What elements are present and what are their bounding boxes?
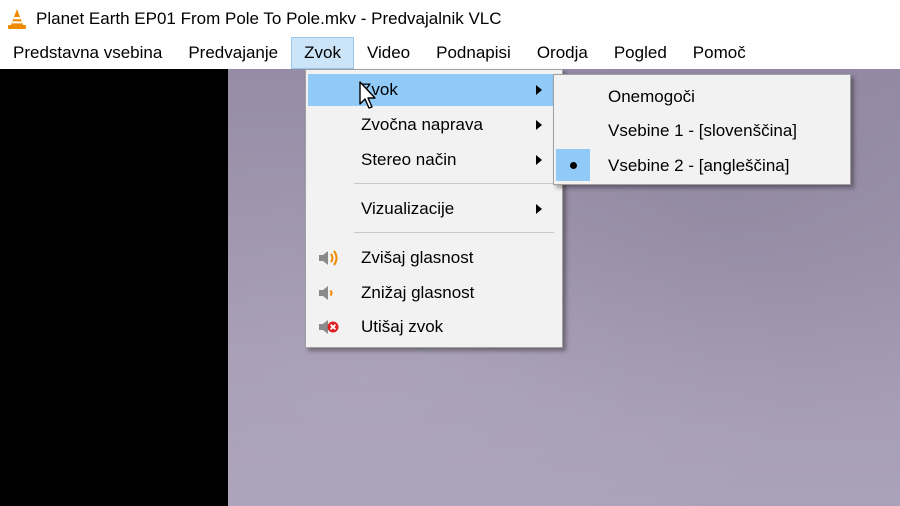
audio-track-submenu: Onemogoči Vsebine 1 - [slovenščina] Vseb… — [553, 74, 851, 185]
menu-separator — [354, 183, 554, 184]
submenu-item-label: Onemogoči — [608, 87, 695, 106]
menu-item-volume-down[interactable]: Znižaj glasnost — [308, 277, 560, 309]
volume-up-icon — [319, 250, 338, 266]
check-area — [556, 149, 590, 181]
menu-item-label: Zvišaj glasnost — [361, 248, 474, 267]
menu-item-audio-track[interactable]: Zvok — [308, 74, 560, 106]
menu-item-audio-device[interactable]: Zvočna naprava — [308, 109, 560, 141]
mouse-cursor-icon — [359, 81, 376, 109]
mute-icon — [319, 320, 339, 334]
menu-item-mute[interactable]: Utišaj zvok — [308, 311, 560, 343]
submenu-arrow-icon — [536, 85, 542, 95]
check-area — [556, 80, 590, 112]
menu-media[interactable]: Predstavna vsebina — [0, 37, 175, 69]
volume-down-icon — [319, 286, 333, 300]
submenu-item-track-1[interactable]: Vsebine 1 - [slovenščina] — [556, 114, 848, 146]
menu-tools[interactable]: Orodja — [524, 37, 601, 69]
window-title: Planet Earth EP01 From Pole To Pole.mkv … — [36, 8, 502, 28]
radio-selected-icon — [570, 162, 577, 169]
submenu-item-label: Vsebine 1 - [slovenščina] — [608, 121, 797, 140]
submenu-arrow-icon — [536, 120, 542, 130]
submenu-arrow-icon — [536, 155, 542, 165]
menu-help[interactable]: Pomoč — [680, 37, 759, 69]
menu-item-stereo-mode[interactable]: Stereo način — [308, 144, 560, 176]
vlc-cone-icon — [8, 8, 26, 29]
title-bar: Planet Earth EP01 From Pole To Pole.mkv … — [0, 0, 900, 37]
submenu-item-disable[interactable]: Onemogoči — [556, 80, 848, 112]
menu-item-visualizations[interactable]: Vizualizacije — [308, 193, 560, 225]
menu-item-label: Utišaj zvok — [361, 317, 444, 336]
submenu-item-track-2[interactable]: Vsebine 2 - [angleščina] — [556, 149, 848, 181]
menu-video[interactable]: Video — [354, 37, 423, 69]
submenu-item-label: Vsebine 2 - [angleščina] — [608, 156, 790, 175]
audio-dropdown-menu: Zvok Zvočna naprava Stereo način Vizuali… — [305, 69, 563, 348]
menu-item-label: Znižaj glasnost — [361, 283, 475, 302]
check-area — [556, 114, 590, 146]
menu-bar: Predstavna vsebina Predvajanje Zvok Vide… — [0, 37, 900, 69]
menu-playback[interactable]: Predvajanje — [175, 37, 291, 69]
menu-separator — [354, 232, 554, 233]
submenu-arrow-icon — [536, 204, 542, 214]
menu-item-label: Zvočna naprava — [361, 115, 483, 134]
menu-audio[interactable]: Zvok — [291, 37, 354, 69]
menu-view[interactable]: Pogled — [601, 37, 680, 69]
menu-subtitles[interactable]: Podnapisi — [423, 37, 524, 69]
menu-item-label: Vizualizacije — [361, 199, 455, 218]
menu-item-volume-up[interactable]: Zvišaj glasnost — [308, 242, 560, 274]
menu-item-label: Stereo način — [361, 150, 457, 169]
